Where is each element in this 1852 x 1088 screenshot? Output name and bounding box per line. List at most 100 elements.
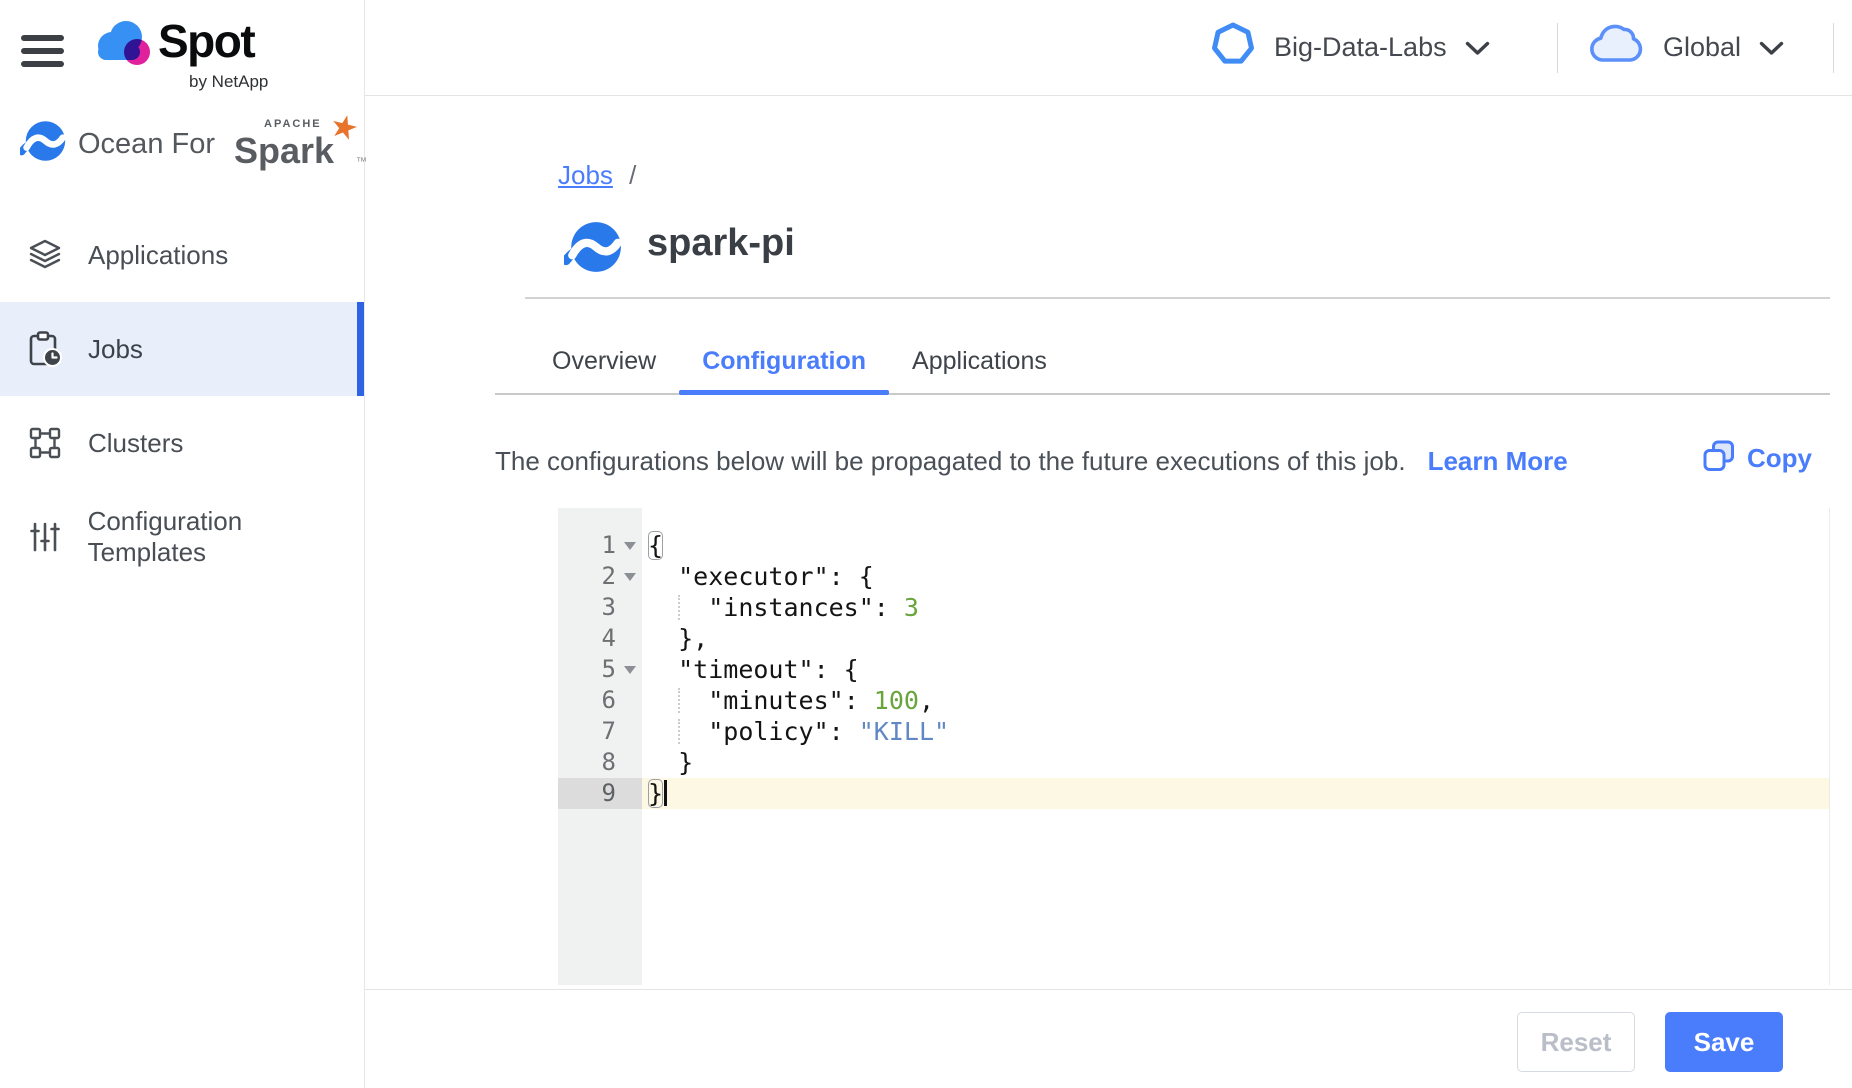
copy-label: Copy (1747, 443, 1812, 474)
org-label: Big-Data-Labs (1274, 32, 1447, 63)
ocean-wave-icon (564, 218, 622, 281)
code-token: "executor" (678, 562, 829, 591)
sidebar: Spot by NetApp Ocean For APACHE Spark ★ … (0, 0, 365, 1088)
tab-configuration[interactable]: Configuration (679, 336, 889, 395)
code-token (648, 655, 678, 684)
copy-button[interactable]: Copy (1703, 440, 1812, 477)
code-line-text: "executor": { (642, 561, 1829, 592)
sidebar-item-label: Configuration Templates (88, 506, 364, 568)
sidebar-item-label: Jobs (88, 334, 143, 365)
code-token: "policy" (708, 717, 828, 746)
cloud-icon (1587, 22, 1645, 73)
main-content: Jobs / spark-pi OverviewConfigurationApp… (365, 96, 1852, 1088)
code-line-1[interactable]: 1{ (558, 530, 1829, 561)
spark-star-icon: ★ (326, 105, 363, 149)
applications-icon (27, 239, 63, 271)
indent-guide (678, 595, 680, 620)
breadcrumb: Jobs / (558, 160, 636, 191)
code-token: : (874, 593, 904, 622)
spot-logo-text: Spot (158, 14, 254, 68)
code-token: : (844, 686, 874, 715)
footer-divider (365, 989, 1852, 990)
code-line-5[interactable]: 5 "timeout": { (558, 654, 1829, 685)
jobs-icon (27, 331, 63, 367)
apache-label: APACHE (264, 118, 322, 130)
spark-trademark: ™ (356, 156, 367, 168)
code-token: { (648, 531, 663, 560)
code-line-7[interactable]: 7 "policy": "KILL" (558, 716, 1829, 747)
org-picker[interactable]: Big-Data-Labs (1210, 0, 1490, 95)
line-number: 4 (558, 623, 642, 654)
tab-applications[interactable]: Applications (889, 336, 1070, 395)
code-line-text: "minutes": 100, (642, 685, 1829, 716)
code-line-text: "timeout": { (642, 654, 1829, 685)
chevron-down-icon (1465, 32, 1490, 63)
line-number: 8 (558, 747, 642, 778)
sidebar-item-applications[interactable]: Applications (0, 208, 364, 302)
line-number: 1 (558, 530, 642, 561)
code-line-2[interactable]: 2 "executor": { (558, 561, 1829, 592)
code-token: , (919, 686, 934, 715)
line-number: 6 (558, 685, 642, 716)
fold-arrow-icon[interactable] (624, 542, 636, 550)
ocean-wave-icon (20, 118, 66, 169)
code-token: 100 (874, 686, 919, 715)
spot-logo-byline: by NetApp (189, 72, 268, 92)
sidebar-item-configuration-templates[interactable]: Configuration Templates (0, 490, 364, 584)
tab-label: Overview (552, 347, 656, 376)
topbar: Big-Data-Labs Global (365, 0, 1852, 96)
code-token: "KILL" (859, 717, 949, 746)
indent-guide (678, 688, 680, 713)
code-token: } (648, 748, 693, 777)
clusters-icon (27, 427, 63, 459)
code-line-text: } (642, 747, 1829, 778)
code-token: 3 (904, 593, 919, 622)
product-name-prefix: Ocean For (78, 128, 215, 161)
code-line-text: }, (642, 623, 1829, 654)
breadcrumb-jobs-link[interactable]: Jobs (558, 160, 613, 190)
code-token: } (648, 779, 663, 808)
region-label: Global (1663, 32, 1741, 63)
copy-icon (1703, 440, 1735, 477)
fold-arrow-icon[interactable] (624, 666, 636, 674)
line-number: 9 (558, 778, 642, 809)
sidebar-item-clusters[interactable]: Clusters (0, 396, 364, 490)
code-line-text: "policy": "KILL" (642, 716, 1829, 747)
code-token: : { (829, 562, 874, 591)
code-line-text: "instances": 3 (642, 592, 1829, 623)
sidebar-item-jobs[interactable]: Jobs (0, 302, 364, 396)
code-token: : { (814, 655, 859, 684)
code-line-3[interactable]: 3 "instances": 3 (558, 592, 1829, 623)
learn-more-link[interactable]: Learn More (1428, 446, 1568, 476)
reset-button[interactable]: Reset (1517, 1012, 1635, 1072)
tab-label: Applications (912, 347, 1047, 376)
sidebar-item-label: Applications (88, 240, 228, 271)
code-token: : (829, 717, 859, 746)
tab-bar: Overview Configuration Applications (529, 336, 1070, 395)
code-line-text: { (642, 530, 1829, 561)
save-button[interactable]: Save (1665, 1012, 1783, 1072)
code-line-text: } (642, 778, 1829, 809)
menu-icon[interactable] (21, 35, 64, 74)
code-line-9[interactable]: 9} (558, 778, 1829, 809)
editor-lines: 1{2 "executor": {3 "instances": 34 },5 "… (558, 530, 1829, 809)
fold-arrow-icon[interactable] (624, 573, 636, 581)
config-description: The configurations below will be propaga… (495, 446, 1568, 477)
region-picker[interactable]: Global (1587, 0, 1784, 95)
heptagon-icon (1210, 21, 1256, 74)
code-token (648, 562, 678, 591)
code-line-6[interactable]: 6 "minutes": 100, (558, 685, 1829, 716)
chevron-down-icon (1759, 32, 1784, 63)
ocean-for-spark-logo: Ocean For APACHE Spark ★ ™ (20, 112, 360, 182)
spot-logo-cloud-icon (90, 16, 152, 73)
code-token: }, (648, 624, 708, 653)
header-divider (1557, 23, 1558, 73)
spark-wordmark: Spark (234, 130, 334, 171)
code-token: "instances" (708, 593, 874, 622)
code-line-4[interactable]: 4 }, (558, 623, 1829, 654)
tab-overview[interactable]: Overview (529, 336, 679, 395)
configuration-templates-icon (27, 521, 63, 553)
code-line-8[interactable]: 8 } (558, 747, 1829, 778)
sidebar-nav: Applications Jobs Clusters Configuration Te… (0, 208, 364, 584)
json-config-editor[interactable]: 1{2 "executor": {3 "instances": 34 },5 "… (558, 508, 1830, 985)
